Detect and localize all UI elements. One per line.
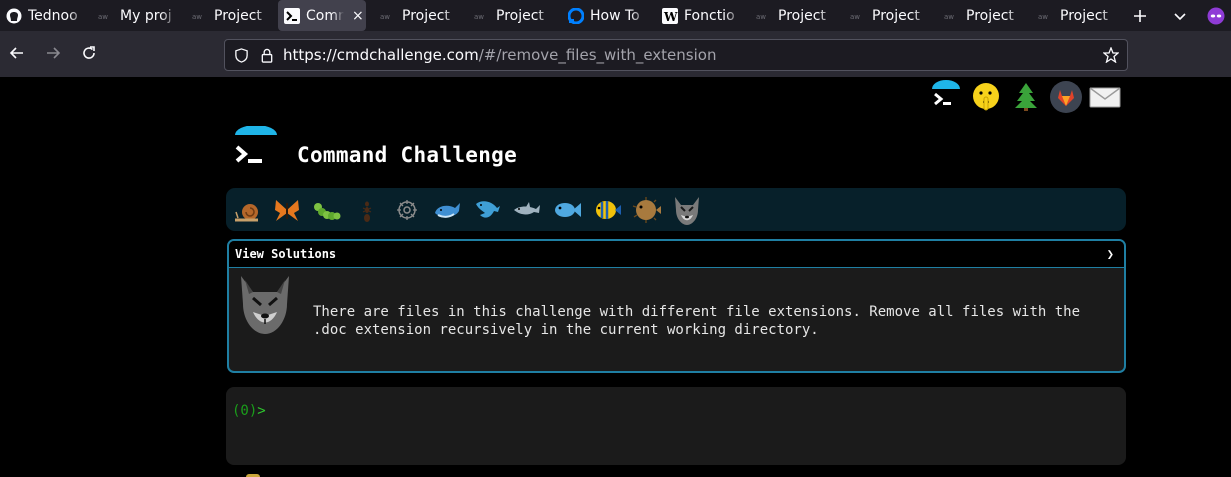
tab-label: Project	[778, 7, 826, 24]
terminal-icon	[284, 7, 300, 24]
tab[interactable]: aw Project	[750, 0, 836, 31]
reload-icon	[83, 46, 95, 59]
tab-bar: Tednoo aw My proj aw Project Comm × aw P…	[0, 0, 1231, 31]
tab-label: Project	[1060, 7, 1108, 24]
close-icon[interactable]: ×	[352, 8, 364, 24]
tab-active[interactable]: Comm ×	[278, 0, 366, 31]
terminal-logo-icon	[235, 126, 277, 163]
tab[interactable]: aw My proj	[92, 0, 178, 31]
tab-label: Tednoo	[28, 7, 78, 24]
tab-label: Fonctio	[684, 7, 735, 24]
butterfly-icon[interactable]	[272, 195, 302, 225]
svg-text:aw: aw	[380, 13, 390, 21]
svg-text:aw: aw	[1038, 13, 1048, 21]
envelope-icon[interactable]	[1088, 80, 1122, 114]
terminal-input-area[interactable]: (0)>	[226, 387, 1126, 465]
challenge-description: There are files in this challenge with d…	[313, 304, 1081, 338]
tab-label: Project	[966, 7, 1014, 24]
wikipedia-icon: W	[662, 7, 678, 24]
shushing-face-icon[interactable]	[970, 80, 1004, 114]
svg-text:aw: aw	[944, 13, 954, 21]
terminal-prompt[interactable]: (0)>	[232, 403, 266, 419]
prompt-arrow: >	[257, 403, 266, 419]
challenge-panel: View Solutions ❯ There are files in this…	[227, 239, 1126, 373]
generic-page-icon: aw	[850, 8, 866, 24]
blowfish-icon[interactable]	[632, 195, 662, 225]
bookmark-star-icon[interactable]	[1103, 47, 1119, 63]
dolphin-grey-icon[interactable]	[512, 195, 542, 225]
generic-page-icon: aw	[380, 8, 396, 24]
wolf-icon[interactable]	[672, 195, 702, 225]
view-solutions-toggle[interactable]: View Solutions ❯	[229, 241, 1124, 268]
arrow-left-icon	[9, 47, 23, 59]
tab[interactable]: Tednoo	[0, 0, 86, 31]
url-host: https://cmdchallenge.com	[283, 46, 479, 64]
url-bar[interactable]: https://cmdchallenge.com/#/remove_files_…	[224, 39, 1128, 71]
ant-icon[interactable]	[352, 195, 382, 225]
plus-icon	[1134, 9, 1146, 22]
tab-label: Project	[496, 7, 544, 24]
tab[interactable]: How To	[562, 0, 648, 31]
tropical-fish-icon[interactable]	[592, 195, 622, 225]
page-title: Command Challenge	[297, 143, 518, 167]
tab[interactable]: aw Project	[938, 0, 1024, 31]
digitalocean-icon	[568, 7, 584, 24]
generic-page-icon: aw	[98, 8, 114, 24]
social-links	[928, 80, 1128, 114]
svg-text:aw: aw	[474, 13, 484, 21]
chevron-right-icon: ❯	[1106, 247, 1114, 261]
tab-label: Comm	[306, 7, 344, 24]
navigation-toolbar: https://cmdchallenge.com/#/remove_files_…	[0, 31, 1231, 77]
tab[interactable]: aw Project	[844, 0, 930, 31]
svg-text:aw: aw	[98, 13, 108, 21]
tab[interactable]: aw Project	[374, 0, 460, 31]
svg-text:aw: aw	[192, 13, 202, 21]
generic-page-icon: aw	[474, 8, 490, 24]
tab[interactable]: W Fonctio	[656, 0, 742, 31]
gear-icon[interactable]	[392, 195, 422, 225]
wolf-avatar-icon	[237, 274, 293, 338]
tab[interactable]: aw Project	[1032, 0, 1118, 31]
url-text[interactable]: https://cmdchallenge.com/#/remove_files_…	[283, 46, 716, 64]
tab-label: Project	[872, 7, 920, 24]
list-tabs-button[interactable]	[1166, 0, 1194, 31]
tab-label: Project	[214, 7, 262, 24]
svg-text:aw: aw	[756, 13, 766, 21]
generic-page-icon: aw	[756, 8, 772, 24]
reload-button[interactable]	[75, 39, 103, 67]
tab[interactable]: aw Project	[468, 0, 554, 31]
fish-icon[interactable]	[552, 195, 582, 225]
svg-text:aw: aw	[850, 13, 860, 21]
view-solutions-label: View Solutions	[235, 247, 337, 261]
prompt-exit-code: (0)	[232, 403, 258, 419]
tab-label: How To	[590, 7, 640, 24]
tab-label: Project	[402, 7, 450, 24]
svg-text:W: W	[663, 10, 678, 24]
github-icon	[6, 8, 22, 24]
tree-icon[interactable]	[1010, 80, 1044, 114]
caterpillar-icon[interactable]	[312, 195, 342, 225]
new-tab-button[interactable]	[1126, 0, 1154, 31]
lock-icon[interactable]	[259, 47, 275, 63]
tab[interactable]: aw Project	[186, 0, 272, 31]
snail-icon[interactable]	[232, 195, 262, 225]
generic-page-icon: aw	[1038, 8, 1054, 24]
back-button[interactable]	[3, 39, 31, 67]
tab-label: My proj	[120, 7, 172, 24]
arrow-right-icon	[47, 47, 61, 59]
whale-icon[interactable]	[432, 195, 462, 225]
generic-page-icon: aw	[944, 8, 960, 24]
url-path: /#/remove_files_with_extension	[478, 46, 717, 64]
gitlab-icon[interactable]	[1049, 80, 1083, 114]
dolphin-icon[interactable]	[472, 195, 502, 225]
level-progress-bar	[226, 188, 1126, 231]
generic-page-icon: aw	[192, 8, 208, 24]
forward-button[interactable]	[39, 39, 67, 67]
shield-icon[interactable]	[233, 47, 249, 63]
cmdchallenge-logo-icon[interactable]	[930, 80, 964, 114]
private-mask-icon	[1207, 7, 1225, 24]
private-browsing-indicator	[1202, 0, 1230, 31]
chevron-down-icon	[1174, 12, 1186, 20]
